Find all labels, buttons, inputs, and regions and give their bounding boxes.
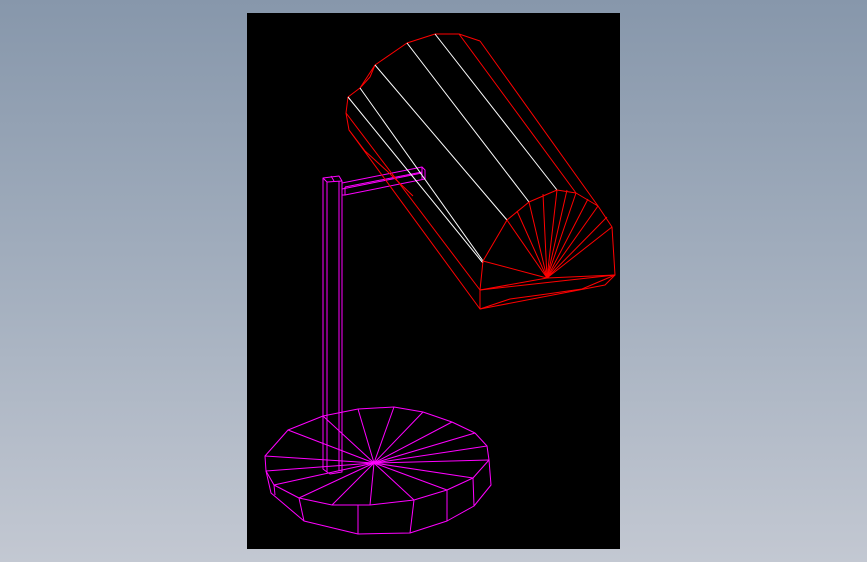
lamp-shade	[345, 33, 616, 310]
base-lower-rim	[265, 459, 492, 535]
cad-drawing-viewport	[247, 13, 620, 549]
shade-end-spokes	[479, 189, 616, 291]
base-rim-verticals	[273, 477, 475, 534]
base-spokes	[264, 406, 490, 506]
shade-end-cap	[479, 189, 616, 310]
lamp-base	[264, 406, 492, 535]
desk-lamp-wireframe	[264, 33, 616, 535]
lamp-pole	[322, 175, 343, 475]
lamp-arm	[341, 166, 426, 196]
